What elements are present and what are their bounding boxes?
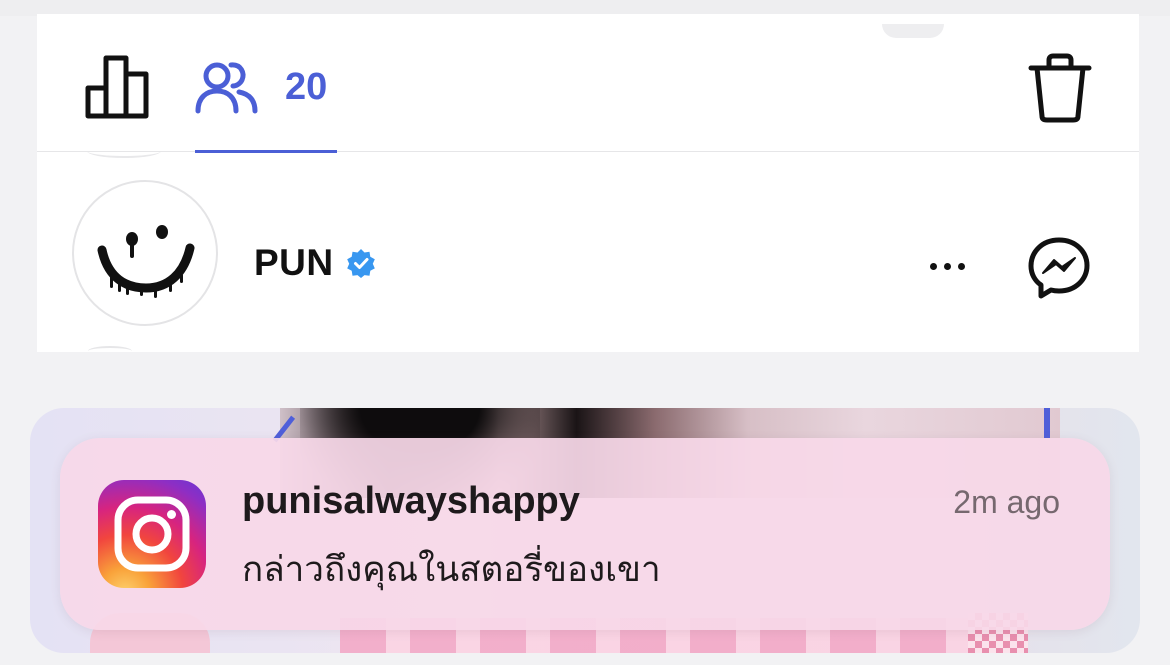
- notification-title: punisalwayshappy: [242, 480, 580, 522]
- avatar[interactable]: [72, 180, 218, 326]
- username-link[interactable]: PUN: [254, 242, 376, 284]
- previous-row-avatar: [87, 144, 161, 158]
- viewers-tab[interactable]: 20: [195, 54, 345, 120]
- messenger-icon: [1028, 237, 1090, 299]
- story-sticker: [1044, 408, 1050, 438]
- bar-chart-icon: [85, 55, 149, 119]
- send-message-button[interactable]: [1027, 236, 1091, 300]
- delete-button[interactable]: [1027, 52, 1093, 124]
- notification-body: กล่าวถึงคุณในสตอรี่ของเขา: [242, 550, 661, 590]
- viewer-row[interactable]: PUN: [37, 174, 1139, 334]
- people-icon: [195, 62, 258, 114]
- notification-time: 2m ago: [953, 484, 1060, 520]
- screen: 20 PUN punisalwayshappy 2m ago กล่าวถึงค…: [0, 0, 1170, 665]
- active-tab-underline: [195, 150, 337, 153]
- instagram-icon: [98, 480, 206, 588]
- more-dots-icon: [943, 262, 951, 270]
- stats-button[interactable]: [84, 54, 150, 120]
- dripping-smiley-icon: [97, 225, 195, 298]
- more-options-button[interactable]: [917, 246, 977, 286]
- push-notification[interactable]: punisalwayshappy 2m ago กล่าวถึงคุณในสตอ…: [60, 438, 1110, 630]
- verified-badge-icon: [346, 249, 375, 278]
- viewers-toolbar: 20: [37, 16, 1139, 153]
- viewers-sheet: 20 PUN: [37, 14, 1139, 352]
- viewer-count: 20: [285, 65, 328, 108]
- trash-icon: [1028, 53, 1092, 123]
- username: PUN: [254, 242, 334, 283]
- next-row-avatar: [88, 346, 132, 356]
- more-dots-icon: [957, 262, 965, 270]
- more-dots-icon: [929, 262, 937, 270]
